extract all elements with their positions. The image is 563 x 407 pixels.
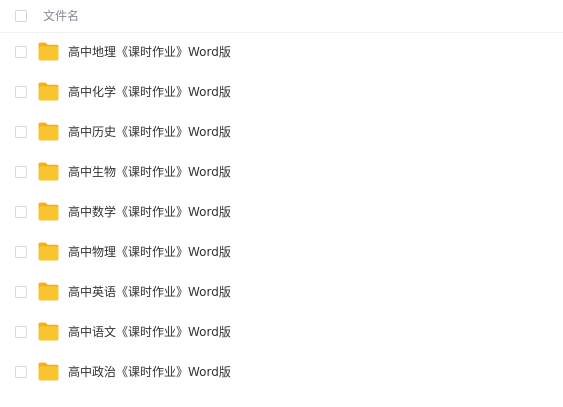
file-row[interactable]: 高中化学《课时作业》Word版 [0, 72, 563, 112]
file-row[interactable]: 高中语文《课时作业》Word版 [0, 312, 563, 352]
file-row[interactable]: 高中生物《课时作业》Word版 [0, 152, 563, 192]
file-list: 文件名 高中地理《课时作业》Word版 高中化学《课时作业》Word版 高中历史… [0, 0, 563, 407]
row-checkbox[interactable] [15, 246, 27, 258]
file-name[interactable]: 高中语文《课时作业》Word版 [68, 324, 231, 340]
file-name[interactable]: 高中政治《课时作业》Word版 [68, 364, 231, 380]
file-row[interactable]: 高中政治《课时作业》Word版 [0, 352, 563, 392]
file-name[interactable]: 高中生物《课时作业》Word版 [68, 164, 231, 180]
row-checkbox[interactable] [15, 86, 27, 98]
folder-icon [38, 242, 59, 261]
file-row[interactable]: 高中英语《课时作业》Word版 [0, 272, 563, 312]
select-all-checkbox[interactable] [15, 10, 27, 22]
file-list-header: 文件名 [0, 0, 563, 33]
folder-icon [38, 322, 59, 341]
row-checkbox[interactable] [15, 366, 27, 378]
file-name[interactable]: 高中数学《课时作业》Word版 [68, 204, 231, 220]
file-name[interactable]: 高中物理《课时作业》Word版 [68, 244, 231, 260]
folder-icon [38, 282, 59, 301]
row-checkbox[interactable] [15, 326, 27, 338]
row-checkbox[interactable] [15, 126, 27, 138]
folder-icon [38, 82, 59, 101]
file-name[interactable]: 高中历史《课时作业》Word版 [68, 124, 231, 140]
folder-icon [38, 162, 59, 181]
folder-icon [38, 122, 59, 141]
row-checkbox[interactable] [15, 206, 27, 218]
file-row[interactable]: 高中地理《课时作业》Word版 [0, 32, 563, 72]
file-name[interactable]: 高中英语《课时作业》Word版 [68, 284, 231, 300]
name-column-header[interactable]: 文件名 [43, 8, 79, 24]
row-checkbox[interactable] [15, 46, 27, 58]
file-row[interactable]: 高中历史《课时作业》Word版 [0, 112, 563, 152]
row-checkbox[interactable] [15, 286, 27, 298]
row-checkbox[interactable] [15, 166, 27, 178]
file-row[interactable]: 高中数学《课时作业》Word版 [0, 192, 563, 232]
file-name[interactable]: 高中化学《课时作业》Word版 [68, 84, 231, 100]
folder-icon [38, 202, 59, 221]
file-name[interactable]: 高中地理《课时作业》Word版 [68, 44, 231, 60]
folder-icon [38, 362, 59, 381]
folder-icon [38, 42, 59, 61]
file-row[interactable]: 高中物理《课时作业》Word版 [0, 232, 563, 272]
